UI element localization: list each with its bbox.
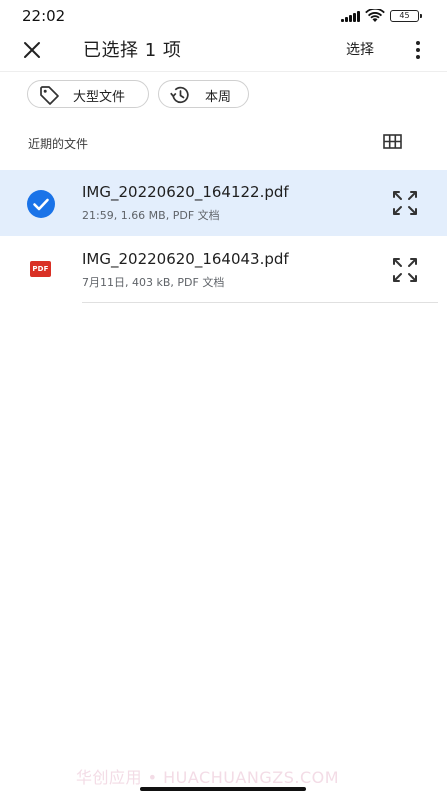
status-time: 22:02: [22, 7, 66, 25]
status-bar: 22:02 45: [0, 0, 447, 32]
file-row[interactable]: PDF IMG_20220620_164043.pdf 7月11日, 403 k…: [0, 237, 447, 303]
chip-large-files[interactable]: 大型文件: [27, 80, 149, 108]
chip-large-files-label: 大型文件: [73, 90, 126, 105]
page-title: 已选择 1 项: [83, 40, 182, 61]
recent-files-label: 近期的文件: [28, 137, 89, 151]
battery-icon: 45: [390, 10, 422, 22]
chip-this-week[interactable]: 本周: [158, 80, 249, 108]
app-bar: 已选择 1 项 选择: [0, 32, 447, 68]
watermark: 华创应用 • HUACHUANGZS.COM: [76, 768, 340, 787]
signal-icon: [341, 11, 361, 22]
expand-icon[interactable]: [392, 190, 418, 216]
file-name: IMG_20220620_164043.pdf: [82, 250, 289, 268]
tag-icon: [40, 86, 59, 105]
pdf-icon-text: PDF: [32, 265, 49, 273]
battery-level: 45: [399, 11, 410, 20]
file-row-selected[interactable]: IMG_20220620_164122.pdf 21:59, 1.66 MB, …: [0, 170, 447, 236]
expand-icon[interactable]: [392, 257, 418, 283]
close-icon[interactable]: [20, 38, 44, 62]
app-bar-divider: [0, 71, 447, 72]
select-button[interactable]: 选择: [346, 39, 374, 59]
more-vert-icon[interactable]: [408, 38, 428, 62]
history-icon: [170, 86, 189, 104]
check-circle-icon[interactable]: [26, 189, 56, 219]
file-meta: 7月11日, 403 kB, PDF 文档: [82, 276, 225, 289]
pdf-file-icon: PDF: [30, 261, 51, 277]
home-indicator[interactable]: [140, 787, 306, 791]
row-divider: [82, 302, 438, 303]
wifi-icon: [365, 9, 385, 22]
file-meta: 21:59, 1.66 MB, PDF 文档: [82, 209, 220, 222]
grid-view-icon[interactable]: [383, 134, 402, 149]
chip-this-week-label: 本周: [205, 90, 232, 105]
file-name: IMG_20220620_164122.pdf: [82, 183, 289, 201]
